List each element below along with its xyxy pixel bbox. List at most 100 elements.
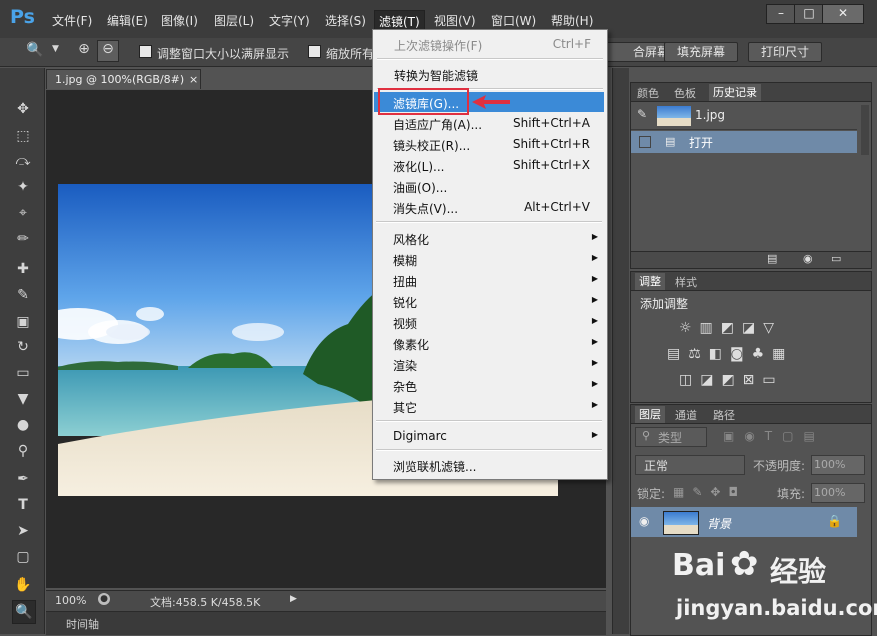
menu-select[interactable]: 选择(S) bbox=[325, 12, 366, 29]
zoom-all-checkbox[interactable] bbox=[308, 45, 321, 58]
menu-edit[interactable]: 编辑(E) bbox=[107, 12, 148, 29]
blend-mode-value: 正常 bbox=[644, 459, 669, 473]
adjustment-icons-row-3[interactable]: ◫◪◩⊠▭ bbox=[679, 372, 784, 388]
tab-paths[interactable]: 路径 bbox=[713, 407, 735, 423]
lasso-tool-icon[interactable]: ⤼ bbox=[12, 150, 34, 172]
history-step-label: 打开 bbox=[689, 136, 714, 150]
status-menu-arrow-icon[interactable]: ▶ bbox=[290, 594, 297, 604]
adjustments-title: 添加调整 bbox=[640, 297, 689, 311]
path-selection-tool-icon[interactable]: ➤ bbox=[12, 520, 34, 542]
zoom-all-label: 缩放所有 bbox=[326, 47, 375, 61]
snapshot-name: 1.jpg bbox=[695, 108, 726, 122]
adjustment-icons-row-2[interactable]: ▤⚖◧◙♣▦ bbox=[667, 346, 793, 362]
adjustment-icons-row-1[interactable]: ☼▥◩◪▽ bbox=[679, 320, 782, 336]
status-info-icon[interactable]: ● bbox=[98, 593, 110, 605]
history-step-row[interactable]: ▤ 打开 bbox=[631, 131, 857, 153]
menu-view[interactable]: 视图(V) bbox=[434, 12, 476, 29]
layer-row-background[interactable]: ◉ 背景 🔒 bbox=[631, 507, 857, 537]
timeline-bar: 时间轴 bbox=[46, 611, 606, 635]
close-tab-icon[interactable]: × bbox=[189, 70, 198, 90]
brush-tool-icon[interactable]: ✎ bbox=[12, 284, 34, 306]
eye-icon[interactable]: ◉ bbox=[639, 514, 649, 528]
document-icon: ▤ bbox=[665, 135, 676, 148]
red-arrow-icon bbox=[472, 95, 510, 109]
history-snapshot-row[interactable]: ✎ 1.jpg bbox=[631, 103, 857, 130]
tab-swatches[interactable]: 色板 bbox=[674, 85, 696, 101]
crop-tool-icon[interactable]: ⌖ bbox=[12, 202, 34, 224]
menu-type[interactable]: 文字(Y) bbox=[269, 12, 310, 29]
marquee-tool-icon[interactable]: ⬚ bbox=[12, 125, 34, 147]
type-tool-icon[interactable]: T bbox=[12, 494, 34, 516]
pen-tool-icon[interactable]: ✒ bbox=[12, 468, 34, 490]
watermark-url: jingyan.baidu.com bbox=[676, 596, 877, 620]
eyedropper-tool-icon[interactable]: ✏ bbox=[12, 228, 34, 250]
tools-panel: ✥ ⬚ ⤼ ✦ ⌖ ✏ ✚ ✎ ▣ ↻ ▭ ▼ ● ⚲ ✒ T ➤ ▢ ✋ 🔍 bbox=[0, 68, 45, 634]
menu-window[interactable]: 窗口(W) bbox=[491, 12, 536, 29]
rectangle-tool-icon[interactable]: ▢ bbox=[12, 546, 34, 568]
dodge-tool-icon[interactable]: ⚲ bbox=[12, 440, 34, 462]
menu-file[interactable]: 文件(F) bbox=[52, 12, 92, 29]
layer-kind-filter[interactable]: ⚲ 类型 bbox=[635, 427, 707, 447]
tab-channels[interactable]: 通道 bbox=[675, 407, 697, 423]
history-brush-tool-icon[interactable]: ↻ bbox=[12, 336, 34, 358]
camera-icon[interactable]: ◉ bbox=[803, 252, 813, 265]
menu-help[interactable]: 帮助(H) bbox=[551, 12, 593, 29]
stamp-tool-icon[interactable]: ▣ bbox=[12, 311, 34, 333]
adjustments-panel: 调整 样式 添加调整 ☼▥◩◪▽ ▤⚖◧◙♣▦ ◫◪◩⊠▭ bbox=[630, 271, 872, 403]
resize-windows-label: 调整窗口大小以满屏显示 bbox=[157, 47, 290, 61]
callout-box bbox=[378, 88, 469, 115]
tab-adjustments[interactable]: 调整 bbox=[635, 273, 665, 290]
timeline-label[interactable]: 时间轴 bbox=[66, 616, 99, 632]
eraser-tool-icon[interactable]: ▭ bbox=[12, 362, 34, 384]
close-window-button[interactable]: ✕ bbox=[822, 4, 864, 24]
tab-styles[interactable]: 样式 bbox=[675, 274, 697, 290]
menu-separator bbox=[377, 58, 603, 60]
maximize-button[interactable]: □ bbox=[794, 4, 824, 24]
menu-last-filter-shortcut: Ctrl+F bbox=[552, 37, 591, 51]
zoom-in-icon[interactable]: ⊕ bbox=[74, 41, 94, 61]
history-scrollbar[interactable] bbox=[861, 105, 869, 155]
photoshop-logo: Ps bbox=[10, 6, 35, 28]
menu-convert-smart-filter[interactable]: 转换为智能滤镜 bbox=[394, 67, 478, 84]
healing-brush-tool-icon[interactable]: ✚ bbox=[12, 258, 34, 280]
zoom-out-icon[interactable]: ⊖ bbox=[97, 40, 119, 62]
history-panel-tabs: 颜色 色板 历史记录 bbox=[631, 83, 871, 102]
chevron-down-icon[interactable]: ▼ bbox=[52, 44, 59, 54]
collapsed-panel-strip bbox=[612, 68, 629, 634]
blend-mode-select[interactable]: 正常 bbox=[635, 455, 745, 475]
blur-tool-icon[interactable]: ● bbox=[12, 414, 34, 436]
layer-kind-value: 类型 bbox=[658, 431, 683, 445]
history-step-checkbox[interactable] bbox=[639, 136, 651, 148]
zoom-tool-active-icon[interactable]: 🔍 bbox=[12, 600, 36, 624]
history-footer: ▤ ◉ ▭ bbox=[631, 251, 871, 268]
hand-tool-icon[interactable]: ✋ bbox=[12, 574, 34, 596]
fill-field[interactable]: 100% bbox=[811, 483, 865, 503]
menu-layer[interactable]: 图层(L) bbox=[214, 12, 254, 29]
tab-layers[interactable]: 图层 bbox=[635, 406, 665, 423]
lock-icon: 🔒 bbox=[827, 514, 842, 528]
snapshot-thumbnail bbox=[657, 106, 691, 126]
move-tool-icon[interactable]: ✥ bbox=[12, 98, 34, 120]
menu-image[interactable]: 图像(I) bbox=[161, 12, 198, 29]
zoom-tool-icon[interactable]: 🔍 bbox=[26, 42, 43, 58]
print-size-button[interactable]: 打印尺寸 bbox=[748, 42, 823, 62]
magic-wand-tool-icon[interactable]: ✦ bbox=[12, 176, 34, 198]
paint-bucket-tool-icon[interactable]: ▼ bbox=[12, 388, 34, 410]
fill-screen-button[interactable]: 填充屏幕 bbox=[664, 42, 739, 62]
zoom-level[interactable]: 100% bbox=[55, 594, 86, 607]
layer-filter-icons[interactable]: ▣◉T▢▤ bbox=[723, 429, 825, 443]
menu-last-filter[interactable]: 上次滤镜操作(F) bbox=[394, 37, 482, 54]
new-document-icon[interactable]: ▤ bbox=[767, 252, 777, 265]
opacity-field[interactable]: 100% bbox=[811, 455, 865, 475]
layer-name[interactable]: 背景 bbox=[707, 515, 731, 532]
lock-icons[interactable]: ▦✎✥◘ bbox=[673, 485, 746, 499]
opacity-label: 不透明度: bbox=[753, 459, 806, 473]
tab-color[interactable]: 颜色 bbox=[637, 85, 659, 101]
document-tab[interactable]: 1.jpg @ 100%(RGB/8#) × bbox=[46, 69, 201, 89]
tab-history[interactable]: 历史记录 bbox=[709, 84, 761, 101]
trash-icon[interactable]: ▭ bbox=[831, 252, 841, 265]
resize-windows-checkbox[interactable] bbox=[139, 45, 152, 58]
minimize-button[interactable]: – bbox=[766, 4, 796, 24]
history-panel: 颜色 色板 历史记录 ✎ 1.jpg ▤ 打开 ▤ ◉ ▭ bbox=[630, 82, 872, 269]
brush-source-icon[interactable]: ✎ bbox=[637, 107, 647, 121]
